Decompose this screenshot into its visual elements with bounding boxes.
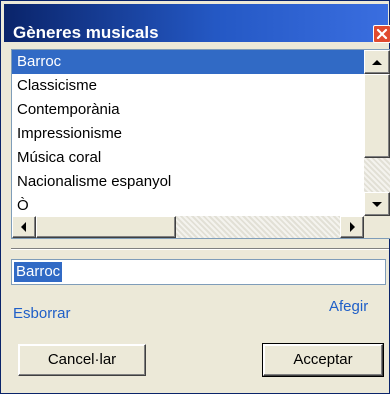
arrow-right-icon [350,222,355,232]
close-icon [376,28,388,40]
list-item[interactable]: Impressionisme [12,122,364,146]
list-item[interactable]: Ò [12,194,364,216]
cancel-button[interactable]: Cancel·lar [18,344,146,376]
close-button[interactable] [373,25,390,43]
list-item[interactable]: Classicisme [12,74,364,98]
arrow-down-icon [372,202,382,207]
divider [11,248,389,250]
arrow-left-icon [21,222,26,232]
accept-button[interactable]: Acceptar [262,343,384,377]
arrow-up-icon [372,60,382,65]
genre-list: Barroc Classicisme Contemporània Impress… [12,50,364,216]
input-selected-text: Barroc [14,262,63,282]
scroll-down-button[interactable] [364,192,390,216]
title-bar[interactable]: Gèneres musicals [4,4,390,43]
dialog-window: Gèneres musicals Barroc Classicisme Cont… [0,0,390,394]
scroll-left-button[interactable] [12,216,36,238]
add-link[interactable]: Afegir [329,298,368,315]
list-item[interactable]: Barroc [12,50,364,74]
scroll-right-button[interactable] [340,216,364,238]
window-title: Gèneres musicals [13,23,159,42]
list-item[interactable]: Nacionalisme espanyol [12,170,364,194]
scroll-up-button[interactable] [364,50,390,74]
scrollbar-corner [364,216,390,238]
list-item[interactable]: Música coral [12,146,364,170]
genre-listbox[interactable]: Barroc Classicisme Contemporània Impress… [11,49,390,239]
vertical-scrollbar[interactable] [364,50,390,216]
delete-link[interactable]: Esborrar [13,305,71,322]
list-item[interactable]: Contemporània [12,98,364,122]
horizontal-scrollbar[interactable] [12,216,364,238]
vertical-scroll-thumb[interactable] [364,74,390,158]
horizontal-scroll-thumb[interactable] [36,216,176,238]
genre-name-input[interactable]: Barroc [11,259,386,285]
